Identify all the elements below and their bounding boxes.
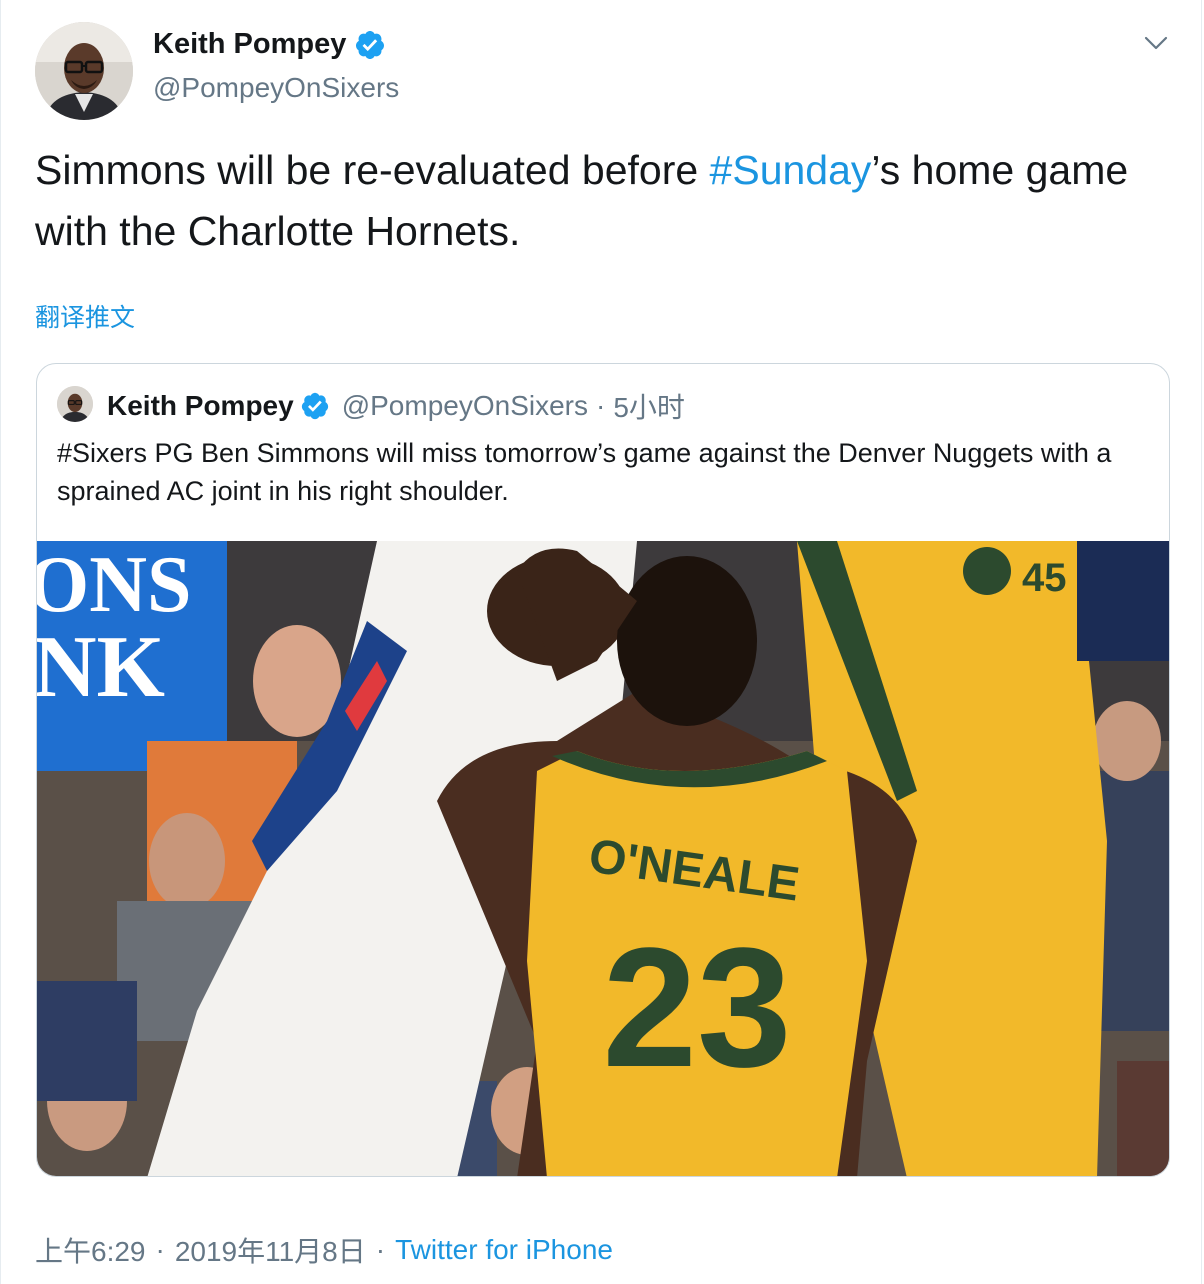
tweet-source-link[interactable]: Twitter for iPhone	[395, 1234, 613, 1266]
quoted-tweet[interactable]: Keith Pompey @PompeyOnSixers · 5小时 #Sixe…	[36, 363, 1170, 1177]
separator: ·	[596, 390, 606, 421]
quoted-time-ago: 5小时	[613, 392, 685, 423]
quoted-author-name: Keith Pompey	[107, 390, 294, 421]
jersey-number-45: 45	[1022, 556, 1067, 600]
author-handle[interactable]: @PompeyOnSixers	[153, 72, 399, 104]
basketball-photo: ONS NK 45 O'NEALE 23	[37, 541, 1169, 1176]
verified-icon	[301, 392, 328, 420]
chevron-down-icon[interactable]	[1143, 32, 1169, 54]
tweet-text-before: Simmons will be re-evaluated before	[35, 147, 710, 193]
quoted-author-avatar	[57, 386, 93, 422]
tweet-text: Simmons will be re-evaluated before #Sun…	[35, 140, 1155, 262]
tweet-meta: 上午6:29 · 2019年11月8日 · Twitter for iPhone	[35, 1230, 613, 1270]
tweet-time[interactable]: 上午6:29	[35, 1230, 146, 1270]
banner-text-1: ONS	[37, 541, 192, 629]
translate-tweet-link[interactable]: 翻译推文	[35, 298, 135, 334]
quoted-header: Keith Pompey @PompeyOnSixers · 5小时	[107, 386, 685, 426]
tweet-date[interactable]: 2019年11月8日	[175, 1230, 366, 1270]
author-name-row[interactable]: Keith Pompey	[153, 28, 386, 61]
author-avatar[interactable]	[35, 22, 133, 120]
separator: ·	[155, 1234, 165, 1265]
jersey-number: 23	[602, 913, 791, 1103]
quoted-text: #Sixers PG Ben Simmons will miss tomorro…	[57, 438, 1112, 506]
author-name[interactable]: Keith Pompey	[153, 28, 346, 61]
separator: ·	[375, 1234, 386, 1265]
tweet-card: Keith Pompey @PompeyOnSixers Simmons wil…	[0, 0, 1202, 1284]
quoted-photo[interactable]: ONS NK 45 O'NEALE 23	[37, 541, 1169, 1176]
banner-text-2: NK	[37, 619, 165, 716]
hashtag-link[interactable]: #Sunday	[710, 147, 872, 193]
quoted-author-handle: @PompeyOnSixers	[341, 390, 588, 421]
verified-icon	[356, 30, 385, 59]
